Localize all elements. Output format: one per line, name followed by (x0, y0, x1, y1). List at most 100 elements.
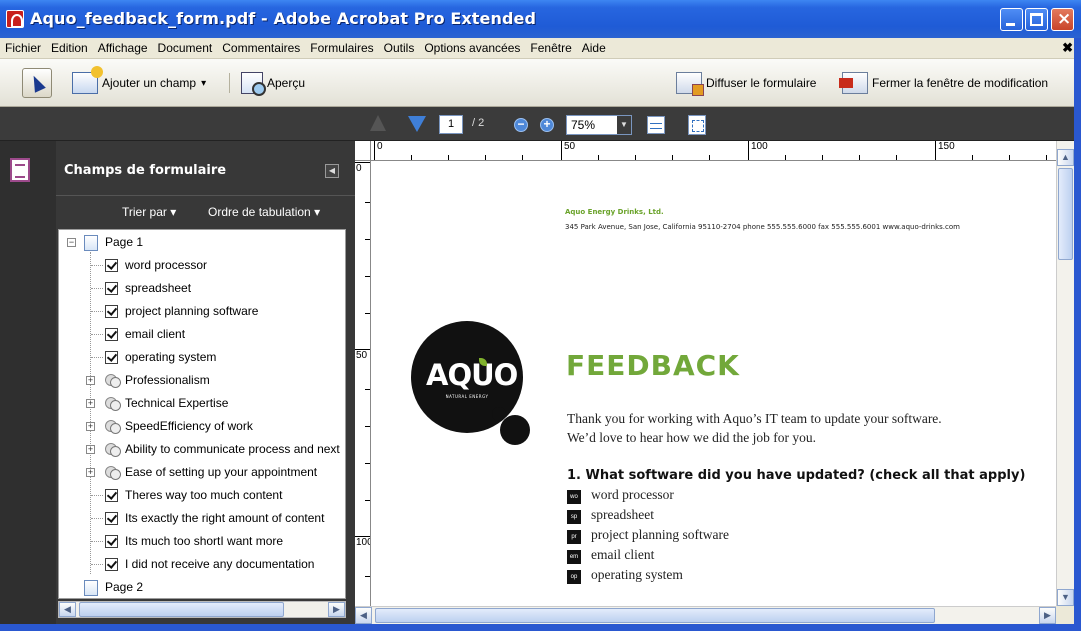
scroll-thumb[interactable] (1058, 168, 1073, 260)
form-checkbox-field[interactable]: op (567, 570, 581, 584)
menu-fichier[interactable]: Fichier (0, 41, 46, 55)
tree-item-word-processor[interactable]: word processor (59, 254, 345, 277)
tree-item-label: Its much too shortI want more (125, 534, 284, 548)
tree-horizontal-scrollbar[interactable]: ◀ ▶ (58, 601, 346, 618)
menu-formulaires[interactable]: Formulaires (305, 41, 378, 55)
tree-connector (91, 265, 103, 266)
close-form-editing-button[interactable]: Fermer la fenêtre de modification (839, 69, 1048, 97)
scroll-left-icon[interactable]: ◀ (59, 602, 76, 617)
checkbox-field-icon (105, 305, 118, 318)
zoom-dropdown-icon[interactable]: ▼ (617, 116, 631, 134)
option-word-processor: wo word processor (567, 487, 867, 505)
zoom-level-value: 75% (571, 118, 596, 132)
ruler-label: 0 (377, 141, 383, 152)
form-fields-icon[interactable] (10, 158, 30, 182)
panel-title: Champs de formulaire (64, 163, 227, 178)
scroll-down-icon[interactable]: ▼ (1057, 589, 1074, 606)
scroll-right-icon[interactable]: ▶ (1039, 607, 1056, 624)
document-horizontal-scrollbar[interactable]: ◀ ▶ (355, 606, 1056, 624)
tree-item-no-documentation[interactable]: I did not receive any documentation (59, 553, 345, 576)
page-number-input[interactable]: 1 (439, 115, 463, 134)
menu-aide[interactable]: Aide (577, 41, 611, 55)
collapse-panel-icon[interactable]: ◀ (325, 164, 339, 178)
preview-label: Aperçu (267, 76, 306, 90)
fit-width-icon[interactable] (647, 116, 665, 134)
preview-button[interactable]: Aperçu (241, 69, 305, 97)
previous-page-icon[interactable] (370, 115, 386, 131)
zoom-in-icon[interactable]: + (540, 118, 554, 132)
tree-item-ease-of-setup[interactable]: + Ease of setting up your appointment (59, 461, 345, 484)
tree-item-speed-efficiency[interactable]: + SpeedEfficiency of work (59, 415, 345, 438)
form-checkbox-field[interactable]: pr (567, 530, 581, 544)
select-object-tool-button[interactable] (22, 68, 52, 98)
tree-item-spreadsheet[interactable]: spreadsheet (59, 277, 345, 300)
distribute-form-button[interactable]: Diffuser le formulaire (676, 69, 816, 97)
tree-item-right-amount-content[interactable]: Its exactly the right amount of content (59, 507, 345, 530)
close-window-button[interactable]: × (1051, 8, 1074, 31)
close-document-icon[interactable]: ✖ (1062, 40, 1073, 56)
next-page-icon[interactable] (408, 116, 426, 132)
tree-item-operating-system[interactable]: operating system (59, 346, 345, 369)
form-checkbox-field[interactable]: wo (567, 490, 581, 504)
tree-item-page-2[interactable]: Page 2 (59, 576, 345, 598)
logo-text: AQUO (426, 358, 518, 392)
menu-fenetre[interactable]: Fenêtre (525, 41, 576, 55)
zoom-out-icon[interactable]: − (514, 118, 528, 132)
tree-item-ability-to-communicate[interactable]: + Ability to communicate process and nex… (59, 438, 345, 461)
tree-connector (91, 541, 103, 542)
form-editing-toolbar: Ajouter un champ ▾ Aperçu Diffuser le fo… (0, 59, 1081, 107)
checkbox-field-icon (105, 328, 118, 341)
tree-item-professionalism[interactable]: + Professionalism (59, 369, 345, 392)
menu-edition[interactable]: Edition (46, 41, 93, 55)
tree-connector (91, 288, 103, 289)
intro-line: Thank you for working with Aquo’s IT tea… (567, 411, 942, 426)
document-page[interactable]: Aquo Energy Drinks, Ltd. 345 Park Avenue… (371, 161, 1056, 606)
tab-order-menu[interactable]: Ordre de tabulation ▾ (208, 205, 320, 219)
scroll-right-icon[interactable]: ▶ (328, 602, 345, 617)
menu-options-avancees[interactable]: Options avancées (419, 41, 525, 55)
menu-outils[interactable]: Outils (379, 41, 420, 55)
scroll-left-icon[interactable]: ◀ (355, 607, 372, 624)
fit-page-icon[interactable] (688, 115, 706, 135)
maximize-button[interactable] (1025, 8, 1048, 31)
ruler-tick (561, 141, 562, 160)
radio-group-icon (105, 397, 121, 411)
expand-icon[interactable]: + (86, 445, 95, 454)
tree-item-too-much-content[interactable]: Theres way too much content (59, 484, 345, 507)
tree-item-label: Ability to communicate process and next (125, 442, 340, 456)
sort-by-menu[interactable]: Trier par ▾ (122, 205, 176, 219)
expand-icon[interactable]: + (86, 468, 95, 477)
company-name: Aquo Energy Drinks, Ltd. (565, 208, 664, 216)
tree-connector (91, 334, 103, 335)
scroll-thumb[interactable] (79, 602, 284, 617)
tree-connector (91, 357, 103, 358)
tree-connector (91, 311, 103, 312)
minimize-button[interactable] (1000, 8, 1023, 31)
tree-item-label: Page 1 (105, 235, 144, 249)
close-icon: × (1057, 9, 1072, 29)
collapse-icon[interactable]: − (67, 238, 76, 247)
form-checkbox-field[interactable]: sp (567, 510, 581, 524)
document-vertical-scrollbar[interactable]: ▲ ▼ (1056, 141, 1074, 606)
form-checkbox-field[interactable]: em (567, 550, 581, 564)
scroll-up-icon[interactable]: ▲ (1057, 149, 1074, 166)
tree-item-page-1[interactable]: − Page 1 (59, 231, 345, 254)
tree-item-label: Technical Expertise (125, 396, 229, 410)
add-field-button[interactable]: Ajouter un champ ▾ (72, 66, 206, 97)
tree-connector (91, 518, 103, 519)
expand-icon[interactable]: + (86, 399, 95, 408)
tree-item-too-short[interactable]: Its much too shortI want more (59, 530, 345, 553)
menu-affichage[interactable]: Affichage (93, 41, 153, 55)
option-label: operating system (591, 567, 683, 582)
menu-document[interactable]: Document (153, 41, 218, 55)
tree-item-technical-expertise[interactable]: + Technical Expertise (59, 392, 345, 415)
menu-commentaires[interactable]: Commentaires (217, 41, 305, 55)
tree-item-project-planning-software[interactable]: project planning software (59, 300, 345, 323)
scrollbar-corner (1056, 606, 1074, 624)
expand-icon[interactable]: + (86, 422, 95, 431)
scroll-thumb[interactable] (375, 608, 935, 623)
tree-item-email-client[interactable]: email client (59, 323, 345, 346)
expand-icon[interactable]: + (86, 376, 95, 385)
window-frame-bottom (0, 624, 1081, 631)
zoom-level-select[interactable]: 75% ▼ (566, 115, 632, 135)
